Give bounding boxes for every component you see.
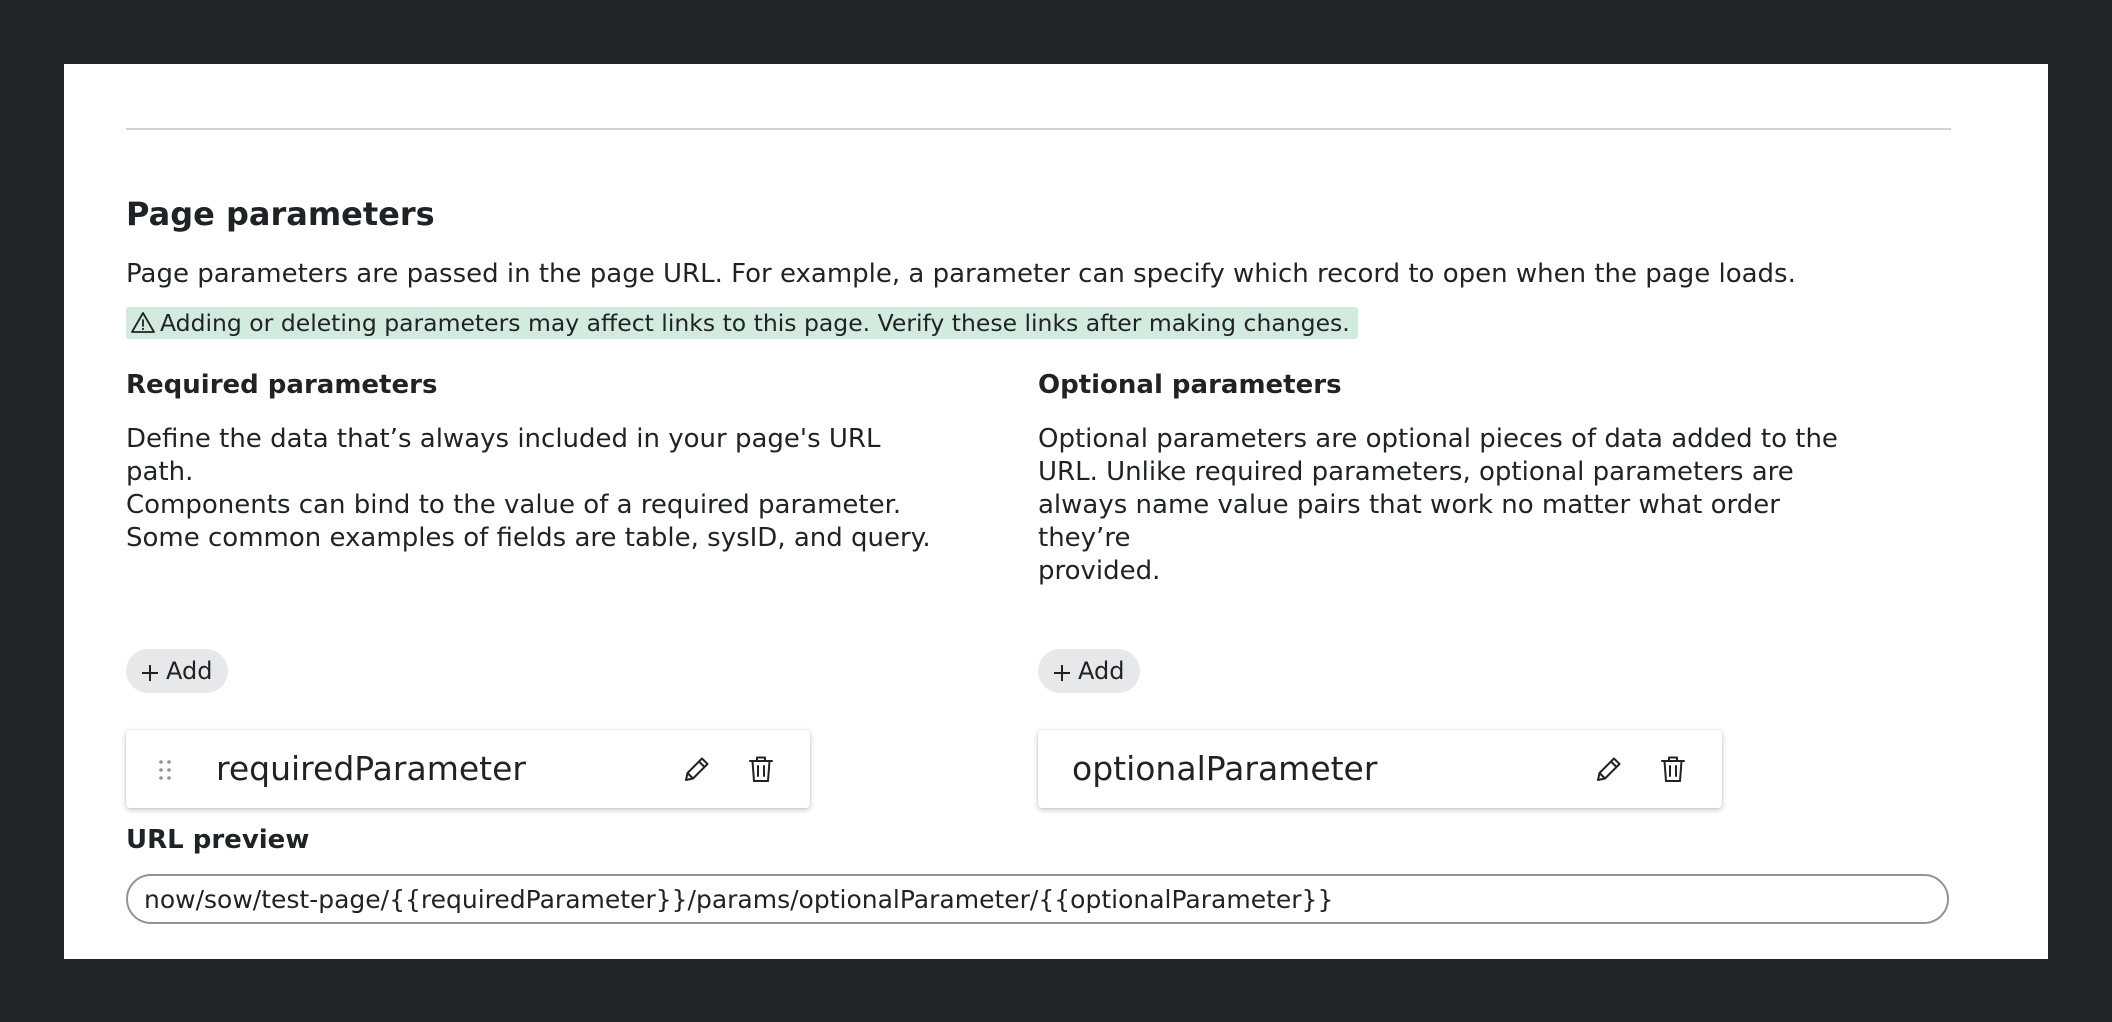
top-divider: [126, 128, 1951, 130]
delete-required-parameter-button[interactable]: [744, 752, 778, 786]
plus-icon: [1052, 661, 1072, 681]
required-parameters-title: Required parameters: [126, 370, 438, 400]
optional-parameter-card: optionalParameter: [1038, 730, 1722, 808]
add-optional-parameter-button[interactable]: Add: [1038, 649, 1141, 693]
trash-icon: [1656, 756, 1690, 789]
page-parameters-description: Page parameters are passed in the page U…: [126, 259, 1796, 289]
trash-icon: [744, 756, 778, 789]
delete-optional-parameter-button[interactable]: [1656, 752, 1690, 786]
edit-required-parameter-button[interactable]: [680, 752, 714, 786]
add-button-label: Add: [1078, 657, 1125, 685]
warning-triangle-icon: [130, 310, 156, 336]
edit-optional-parameter-button[interactable]: [1592, 752, 1626, 786]
pencil-icon: [1592, 757, 1626, 789]
add-button-label: Add: [166, 657, 213, 685]
optional-parameters-title: Optional parameters: [1038, 370, 1342, 400]
url-preview-title: URL preview: [126, 825, 310, 855]
drag-handle-icon[interactable]: [158, 759, 172, 781]
required-parameter-card: requiredParameter: [126, 730, 810, 808]
plus-icon: [140, 661, 160, 681]
optional-parameters-section: Optional parameters Optional parameters …: [1038, 367, 1858, 808]
url-preview-field[interactable]: [126, 874, 1949, 924]
warning-text: Adding or deleting parameters may affect…: [160, 309, 1350, 337]
required-parameters-section: Required parameters Define the data that…: [126, 367, 946, 808]
required-parameter-name: requiredParameter: [216, 749, 526, 788]
page-parameters-panel: Page parameters Page parameters are pass…: [64, 64, 2048, 959]
page-parameters-title: Page parameters: [126, 195, 435, 233]
add-required-parameter-button[interactable]: Add: [126, 649, 229, 693]
pencil-icon: [680, 757, 714, 789]
required-parameters-description: Define the data that’s always included i…: [126, 424, 931, 553]
optional-parameters-description: Optional parameters are optional pieces …: [1038, 424, 1838, 586]
warning-banner: Adding or deleting parameters may affect…: [126, 307, 1358, 339]
optional-parameter-name: optionalParameter: [1072, 749, 1378, 788]
